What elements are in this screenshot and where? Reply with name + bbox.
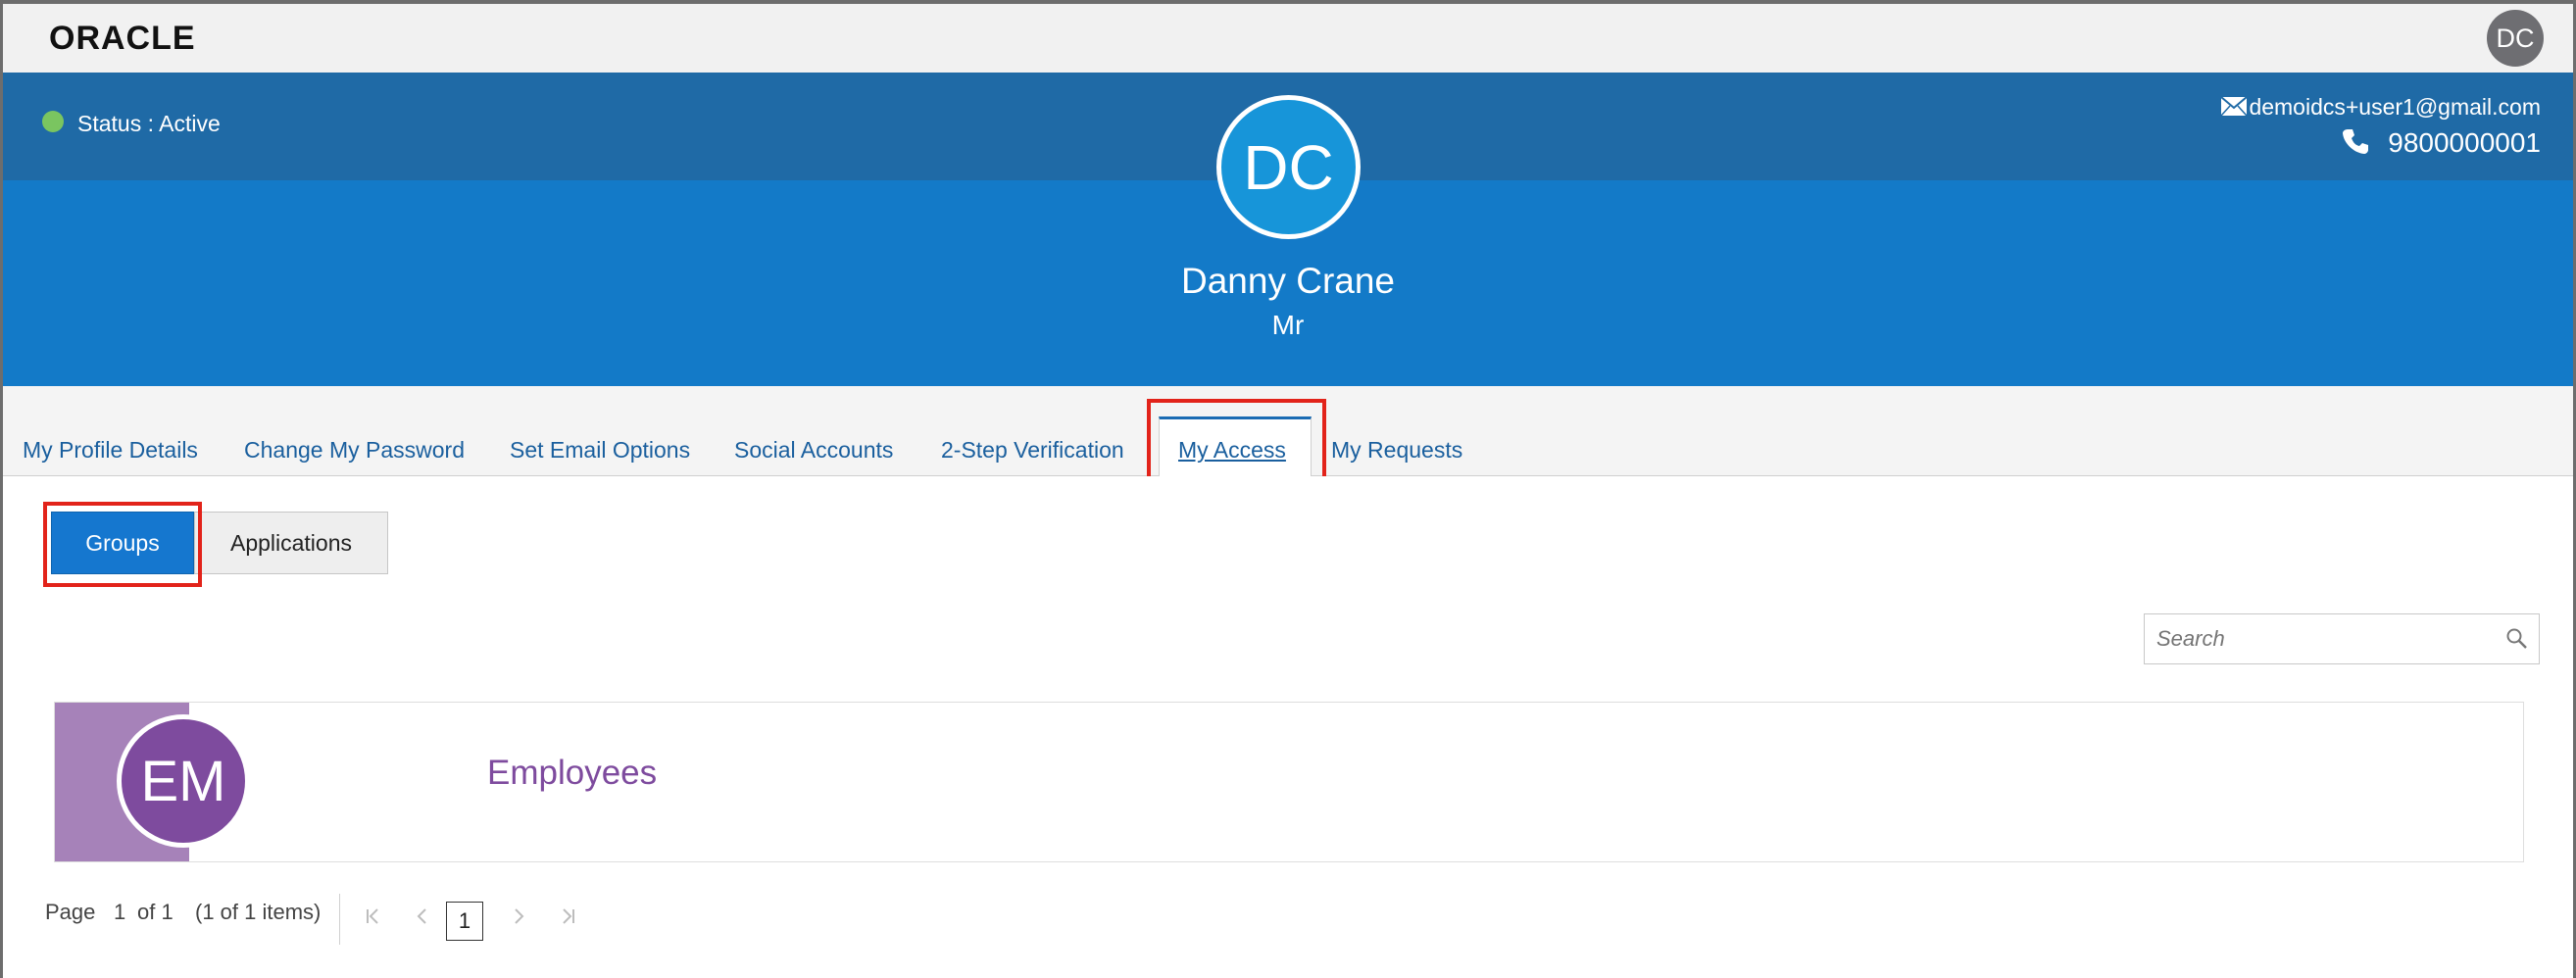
profile-email: demoidcs+user1@gmail.com (2249, 94, 2541, 120)
search-field (2144, 613, 2540, 664)
tab-my-requests[interactable]: My Requests (1331, 437, 1462, 464)
svg-text:ORACLE: ORACLE (49, 20, 196, 57)
next-page-icon[interactable] (509, 905, 528, 928)
profile-title: Mr (1271, 310, 1305, 340)
top-bar: ORACLE DC (3, 4, 2573, 73)
group-name[interactable]: Employees (487, 754, 657, 793)
search-input[interactable] (2145, 614, 2498, 663)
tab-set-email-options[interactable]: Set Email Options (510, 437, 690, 464)
profile-avatar: DC (1216, 95, 1361, 239)
pager-current-page: 1 (114, 900, 126, 924)
tab-2-step-verification[interactable]: 2-Step Verification (941, 437, 1124, 464)
envelope-icon (2220, 96, 2248, 117)
status-indicator (42, 111, 64, 132)
user-avatar-menu[interactable]: DC (2487, 10, 2544, 67)
tab-my-access[interactable]: My Access (1178, 437, 1286, 464)
pager-items-count: (1 of 1 items) (195, 900, 322, 924)
groups-button[interactable]: Groups (51, 512, 194, 574)
last-page-icon[interactable] (558, 905, 577, 928)
pager-page-label: Page (45, 900, 96, 924)
search-icon[interactable] (2505, 627, 2529, 651)
applications-button[interactable]: Applications (194, 512, 388, 574)
profile-name: Danny Crane (1180, 261, 1395, 301)
phone-icon (2343, 129, 2368, 154)
tab-my-profile-details[interactable]: My Profile Details (23, 437, 198, 464)
previous-page-icon[interactable] (413, 905, 432, 928)
group-card[interactable]: EM Employees (54, 702, 2524, 862)
group-avatar: EM (117, 714, 250, 848)
page-1-button[interactable]: 1 (446, 902, 483, 941)
pager-of-total: of 1 (137, 900, 173, 924)
first-page-icon[interactable] (364, 905, 383, 928)
status-label: Status : Active (77, 111, 221, 136)
pager-divider (339, 894, 340, 945)
profile-phone: 9800000001 (2388, 127, 2541, 158)
tab-change-my-password[interactable]: Change My Password (244, 437, 465, 464)
oracle-logo: ORACLE (49, 20, 196, 57)
tab-social-accounts[interactable]: Social Accounts (734, 437, 893, 464)
